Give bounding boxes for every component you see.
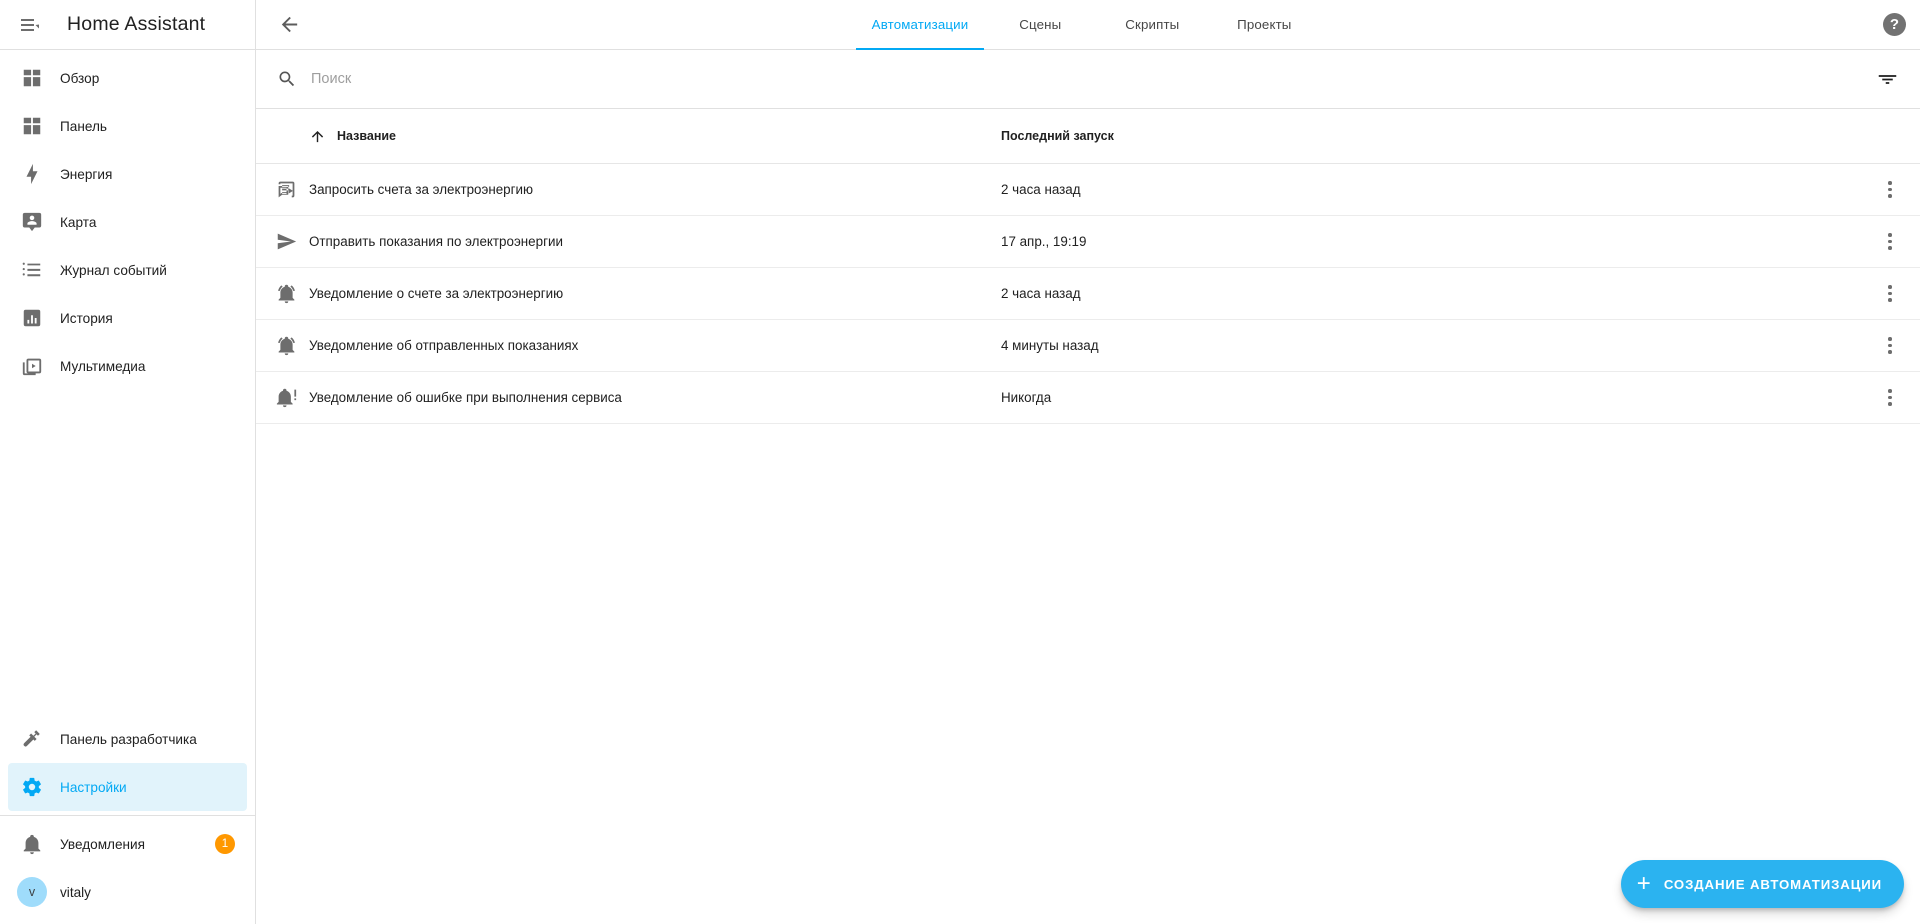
create-automation-button[interactable]: + СОЗДАНИЕ АВТОМАТИЗАЦИИ xyxy=(1620,860,1904,908)
tab-blueprints[interactable]: Проекты xyxy=(1208,0,1320,49)
tab-scenes[interactable]: Сцены xyxy=(984,0,1096,49)
menu-collapse-icon[interactable] xyxy=(6,1,54,49)
automation-last-triggered: 2 часа назад xyxy=(1001,286,1081,301)
send-icon xyxy=(256,231,309,252)
automation-name: Отправить показания по электроэнергии xyxy=(309,234,563,249)
cog-icon xyxy=(8,763,56,811)
sidebar-item-label: Карта xyxy=(60,214,97,230)
dots-vertical-icon[interactable] xyxy=(1880,381,1900,414)
sidebar-item-label: История xyxy=(60,310,113,326)
app-title: Home Assistant xyxy=(67,13,206,35)
format-list-bulleted-icon xyxy=(8,246,56,294)
sidebar: Home Assistant Обзор Панель Энергия Карт… xyxy=(0,0,256,924)
map-marker-account-icon xyxy=(8,198,56,246)
automations-table: Название Последний запуск Запросить счет… xyxy=(256,109,1920,924)
dots-vertical-icon[interactable] xyxy=(1880,277,1900,310)
table-row[interactable]: Запросить счета за электроэнергию 2 часа… xyxy=(256,164,1920,216)
top-toolbar: Автоматизации Сцены Скрипты Проекты ? xyxy=(256,0,1920,50)
view-dashboard-icon xyxy=(8,102,56,150)
sidebar-bottom: Панель разработчика Настройки Уведомлени… xyxy=(0,715,255,924)
create-automation-label: СОЗДАНИЕ АВТОМАТИЗАЦИИ xyxy=(1663,876,1882,892)
sidebar-item-user[interactable]: v vitaly xyxy=(8,868,247,916)
sidebar-nav: Обзор Панель Энергия Карта Журнал событи… xyxy=(0,50,255,390)
bell-ring-icon xyxy=(256,283,309,304)
app-root: Home Assistant Обзор Панель Энергия Карт… xyxy=(0,0,1920,924)
bell-ring-icon xyxy=(256,335,309,356)
toolbar-left xyxy=(256,1,313,49)
automation-last-triggered: 17 апр., 19:19 xyxy=(1001,234,1087,249)
search-bar xyxy=(256,50,1920,109)
sidebar-item-overview[interactable]: Обзор xyxy=(8,54,247,102)
table-row[interactable]: Отправить показания по электроэнергии 17… xyxy=(256,216,1920,268)
hammer-wrench-icon xyxy=(8,715,56,763)
bell-alert-icon xyxy=(256,387,309,408)
tab-bar-inner: Автоматизации Сцены Скрипты Проекты xyxy=(855,0,1321,50)
sidebar-item-label: Энергия xyxy=(60,166,113,182)
table-header-row: Название Последний запуск xyxy=(256,109,1920,164)
row-overflow-menu[interactable] xyxy=(1860,173,1920,206)
sidebar-item-label: Настройки xyxy=(60,779,127,795)
lightning-bolt-icon xyxy=(8,150,56,198)
automation-name: Запросить счета за электроэнергию xyxy=(309,182,534,197)
sidebar-item-logbook[interactable]: Журнал событий xyxy=(8,246,247,294)
tab-scripts[interactable]: Скрипты xyxy=(1096,0,1208,49)
play-box-multiple-icon xyxy=(8,342,56,390)
sidebar-item-settings[interactable]: Настройки xyxy=(8,763,247,811)
sidebar-item-label: Мультимедиа xyxy=(60,358,146,374)
arrow-up-icon xyxy=(309,128,326,145)
arrow-left-icon[interactable] xyxy=(265,1,313,49)
plus-icon: + xyxy=(1636,870,1651,897)
sidebar-item-label: Уведомления xyxy=(60,836,145,852)
column-header-last-triggered-label: Последний запуск xyxy=(1001,129,1114,143)
sidebar-divider xyxy=(0,815,255,816)
tab-bar: Автоматизации Сцены Скрипты Проекты xyxy=(256,0,1920,50)
table-row[interactable]: Уведомление об ошибке при выполнения сер… xyxy=(256,372,1920,424)
filter-variant-icon[interactable] xyxy=(1870,62,1904,96)
bell-icon xyxy=(8,820,56,868)
row-overflow-menu[interactable] xyxy=(1860,277,1920,310)
automation-name: Уведомление об ошибке при выполнения сер… xyxy=(309,390,622,405)
sidebar-item-map[interactable]: Карта xyxy=(8,198,247,246)
column-header-name-label: Название xyxy=(337,129,397,143)
table-row[interactable]: Уведомление об отправленных показаниях 4… xyxy=(256,320,1920,372)
sidebar-item-developer-tools[interactable]: Панель разработчика xyxy=(8,715,247,763)
view-dashboard-icon xyxy=(8,54,56,102)
sidebar-item-panel[interactable]: Панель xyxy=(8,102,247,150)
notification-badge: 1 xyxy=(215,834,235,854)
avatar: v xyxy=(17,877,47,907)
sidebar-item-label: Обзор xyxy=(60,70,100,86)
row-overflow-menu[interactable] xyxy=(1860,329,1920,362)
toolbar-right: ? xyxy=(1883,13,1920,36)
sidebar-item-media[interactable]: Мультимедиа xyxy=(8,342,247,390)
sidebar-item-label: Панель разработчика xyxy=(60,731,197,747)
column-header-name[interactable]: Название xyxy=(256,128,1001,145)
search-input[interactable] xyxy=(311,71,1870,87)
row-overflow-menu[interactable] xyxy=(1860,225,1920,258)
automation-last-triggered: 4 минуты назад xyxy=(1001,338,1099,353)
dots-vertical-icon[interactable] xyxy=(1880,329,1900,362)
sidebar-item-label: Журнал событий xyxy=(60,262,167,278)
dots-vertical-icon[interactable] xyxy=(1880,173,1900,206)
script-text-play-icon xyxy=(256,179,309,200)
automation-name: Уведомление об отправленных показаниях xyxy=(309,338,579,353)
automation-name: Уведомление о счете за электроэнергию xyxy=(309,286,564,301)
sidebar-item-label: Панель xyxy=(60,118,107,134)
automation-last-triggered: 2 часа назад xyxy=(1001,182,1081,197)
sidebar-item-notifications[interactable]: Уведомления 1 xyxy=(8,820,247,868)
column-header-last-triggered[interactable]: Последний запуск xyxy=(1001,129,1920,143)
row-overflow-menu[interactable] xyxy=(1860,381,1920,414)
user-name-label: vitaly xyxy=(60,884,91,900)
sidebar-header: Home Assistant xyxy=(0,0,255,50)
automation-last-triggered: Никогда xyxy=(1001,390,1052,405)
table-row[interactable]: Уведомление о счете за электроэнергию 2 … xyxy=(256,268,1920,320)
help-circle-icon[interactable]: ? xyxy=(1883,13,1906,36)
sidebar-item-energy[interactable]: Энергия xyxy=(8,150,247,198)
tab-automations[interactable]: Автоматизации xyxy=(855,0,985,50)
dots-vertical-icon[interactable] xyxy=(1880,225,1900,258)
chart-box-icon xyxy=(8,294,56,342)
main-content: Автоматизации Сцены Скрипты Проекты ? По… xyxy=(256,0,1920,924)
search-icon xyxy=(272,69,302,89)
sidebar-item-history[interactable]: История xyxy=(8,294,247,342)
